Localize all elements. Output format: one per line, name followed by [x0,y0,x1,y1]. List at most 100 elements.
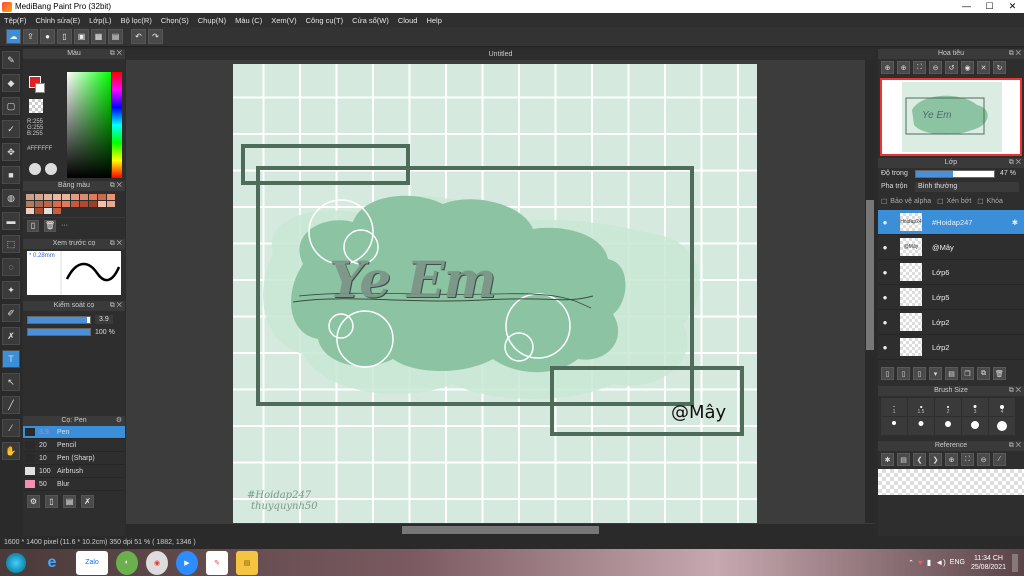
delete-layer-icon[interactable]: 🗑 [993,367,1006,380]
blend-mode-select[interactable]: Bình thường [915,181,1019,192]
show-desktop-button[interactable] [1012,553,1018,572]
menu-snap[interactable]: Chụp(N) [198,16,226,25]
upload-icon[interactable]: ⇪ [23,29,38,44]
menu-edit[interactable]: Chỉnh sửa(E) [36,16,81,25]
operation-tool-icon[interactable]: ↖ [2,373,20,391]
layer-folder-icon[interactable]: ▤ [945,367,958,380]
comment-icon[interactable]: ● [40,29,55,44]
reference-next-icon[interactable]: ❯ [929,453,942,466]
reference-zoom-in-icon[interactable]: ⊕ [945,453,958,466]
brush-size-cell[interactable] [881,417,907,435]
lock-checkbox[interactable]: ☐ [977,198,983,206]
language-indicator[interactable]: ENG [950,559,965,566]
color-wheel-icon[interactable] [29,163,41,175]
visibility-icon[interactable]: ● [878,343,892,352]
brush-opacity-slider[interactable] [27,328,91,336]
maximize-button[interactable]: ☐ [978,0,1001,13]
palette-more[interactable]: ··· [61,222,68,229]
layer-item[interactable]: ● Lớp2 [878,335,1024,360]
divide-tool-icon[interactable]: ╱ [2,396,20,414]
brush-size-cell[interactable]: 1 [881,398,907,416]
canvas-area[interactable]: Untitled Ye Em @Mây #Hoidap247 thuyquynh… [126,49,875,536]
brush-size-cell[interactable]: 4 [989,398,1015,416]
zoom-out-icon[interactable]: ⊖ [929,61,942,74]
rotate-left-icon[interactable]: ↺ [945,61,958,74]
redo-icon[interactable]: ↷ [148,29,163,44]
menu-window[interactable]: Cửa sổ(W) [352,16,389,25]
brush-delete-icon[interactable]: ✗ [81,495,94,508]
merge-layer-icon[interactable]: ⧉ [977,367,990,380]
new-halftone-layer-icon[interactable]: ▯ [897,367,910,380]
brush-item[interactable]: 10 Pen (Sharp) [23,452,125,465]
brush-folder-icon[interactable]: ▤ [63,495,76,508]
select-pen-tool-icon[interactable]: ✐ [2,304,20,322]
layer-item[interactable]: ● Lớp2 [878,310,1024,335]
minimize-button[interactable]: — [955,0,978,13]
reference-zoom-out-icon[interactable]: ⊖ [977,453,990,466]
saturation-value-picker[interactable] [67,72,111,178]
layer-item[interactable]: ●#Hoidap247#Hoidap247✱ [878,210,1024,235]
delete-palette-color-icon[interactable]: 🗑 [44,219,56,232]
color-palette[interactable] [23,191,125,217]
layer-type-icon[interactable]: ▾ [929,367,942,380]
menu-file[interactable]: Tệp(F) [4,16,27,25]
brush-item[interactable]: 3.9 Pen [23,426,125,439]
file-explorer-icon[interactable]: ▤ [236,550,258,575]
reference-view[interactable] [878,469,1024,495]
chrome-icon[interactable]: ◉ [146,550,168,575]
document-canvas[interactable]: Ye Em @Mây #Hoidap247 thuyquynh50 [233,64,757,523]
move-tool-icon[interactable]: ✥ [2,143,20,161]
fit-icon[interactable]: ⛶ [913,61,926,74]
new-brush-icon[interactable]: ▯ [45,495,58,508]
background-color-swatch[interactable] [35,83,45,93]
gradient-tool-icon[interactable]: ▬ [2,212,20,230]
duplicate-layer-icon[interactable]: ❐ [961,367,974,380]
text-tool-icon[interactable]: T [2,350,20,368]
layer-opacity-slider[interactable] [915,169,995,178]
hue-slider[interactable] [112,72,122,178]
cloud-icon[interactable]: ☁ [6,29,21,44]
reference-prev-icon[interactable]: ❮ [913,453,926,466]
eyedropper-tool-icon[interactable]: ⁄ [2,419,20,437]
bucket-tool-icon[interactable]: ◍ [2,189,20,207]
document-tab[interactable]: Untitled [126,49,875,60]
ie-icon[interactable]: e [36,551,68,575]
brush-size-cell[interactable] [989,417,1015,435]
layout-icon[interactable]: ▤ [108,29,123,44]
new-file-icon[interactable]: ▯ [57,29,72,44]
brush-item[interactable]: 100 Airbrush [23,465,125,478]
rotate-right-icon[interactable]: ↻ [993,61,1006,74]
brush-size-cell[interactable] [962,417,988,435]
reference-settings-icon[interactable]: ✱ [881,453,894,466]
rotate-reset-icon[interactable]: ◉ [961,61,974,74]
menu-view[interactable]: Xem(V) [271,16,296,25]
brush-size-cell[interactable]: 2 [935,398,961,416]
magic-wand-tool-icon[interactable]: ✦ [2,281,20,299]
medibang-icon[interactable]: ✎ [206,550,228,575]
zoom-icon[interactable]: ⊕ [897,61,910,74]
menu-help[interactable]: Help [426,16,441,25]
brush-tool-icon[interactable]: ✎ [2,51,20,69]
brush-size-value[interactable]: 3.9 [95,315,113,324]
layer-item[interactable]: ● Lớp5 [878,285,1024,310]
protect-alpha-checkbox[interactable]: ☐ [881,198,887,206]
reference-eyedropper-icon[interactable]: ⁄ [993,453,1006,466]
clock[interactable]: 11:34 CH 25/08/2021 [971,554,1006,572]
color-picker-icon[interactable] [45,163,57,175]
reference-fit-icon[interactable]: ⛶ [961,453,974,466]
canvas-horizontal-scrollbar[interactable] [126,524,875,536]
undo-icon[interactable]: ↶ [131,29,146,44]
zoom-in-icon[interactable]: ⊕ [881,61,894,74]
flip-icon[interactable]: ✕ [977,61,990,74]
visibility-icon[interactable]: ● [878,293,892,302]
visibility-icon[interactable]: ● [878,218,892,227]
brush-size-cell[interactable]: 3 [962,398,988,416]
select-tool-icon[interactable]: ⬚ [2,235,20,253]
network-icon[interactable]: ▮ [927,558,931,567]
brush-size-cell[interactable] [935,417,961,435]
menu-color[interactable]: Màu (C) [235,16,262,25]
brush-size-cell[interactable] [908,417,934,435]
select-eraser-tool-icon[interactable]: ✗ [2,327,20,345]
visibility-icon[interactable]: ● [878,268,892,277]
tray-chevron-icon[interactable]: ⌃ [908,559,914,567]
